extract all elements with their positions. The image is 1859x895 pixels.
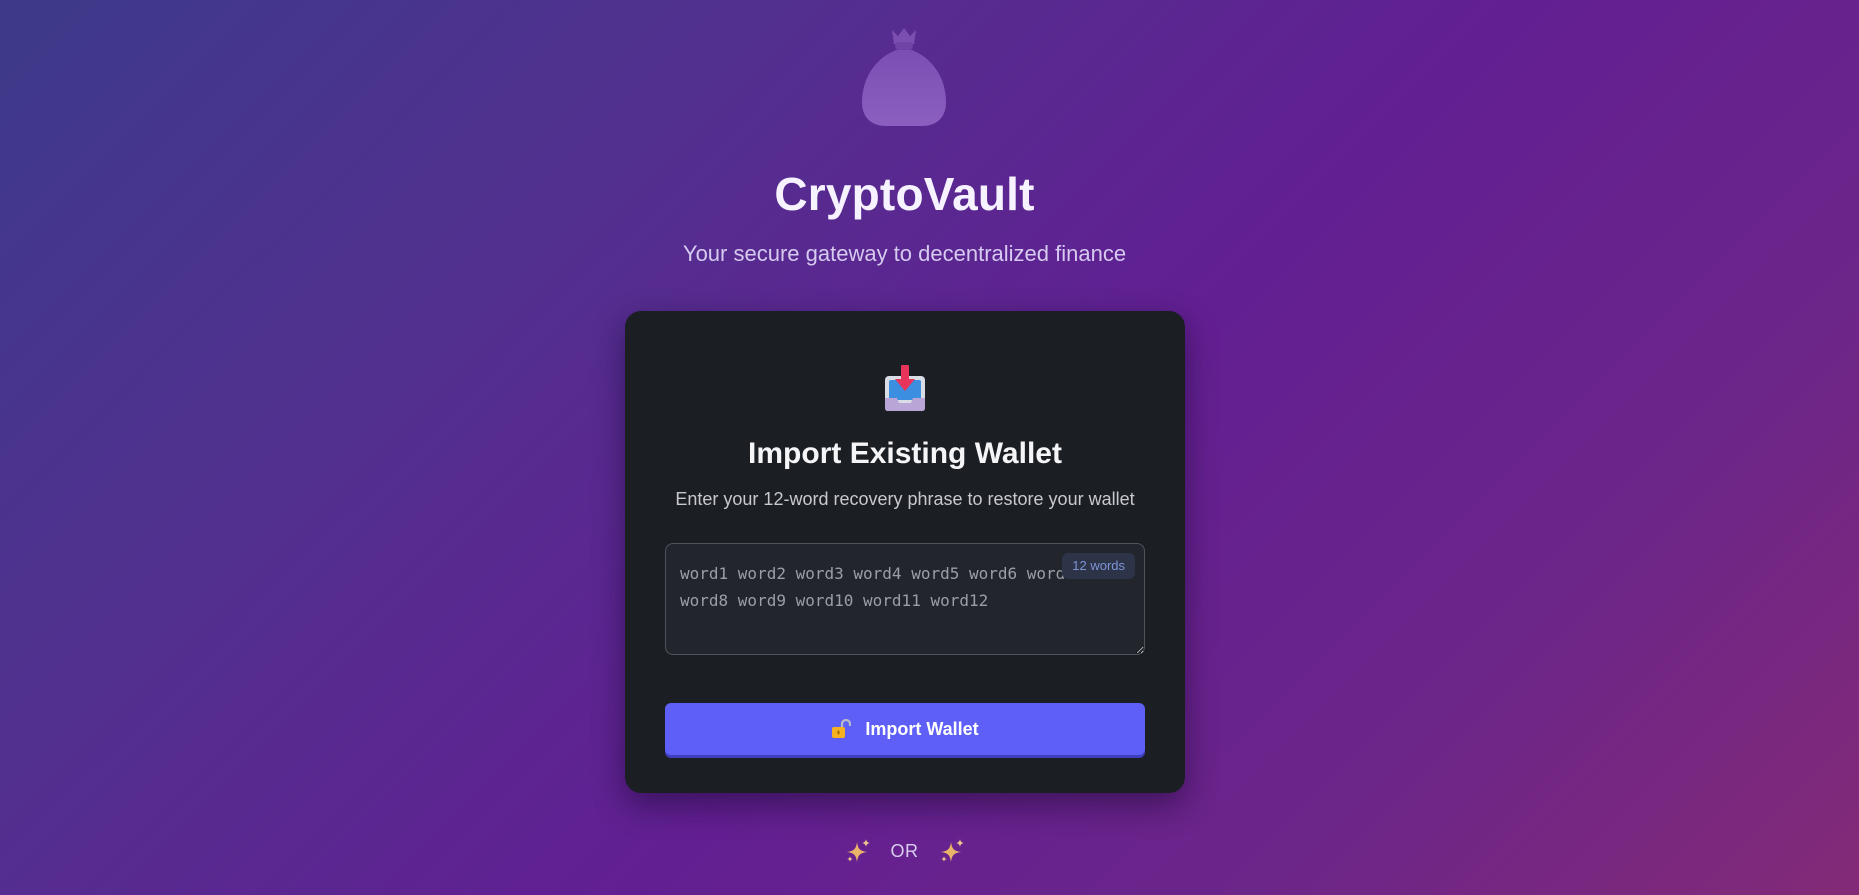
app-title: CryptoVault bbox=[774, 168, 1035, 220]
import-wallet-title: Import Existing Wallet bbox=[748, 437, 1062, 470]
word-count-badge: 12 words bbox=[1062, 553, 1135, 579]
unlocked-lock-icon bbox=[832, 719, 852, 738]
import-wallet-description: Enter your 12-word recovery phrase to re… bbox=[675, 489, 1135, 509]
or-divider: OR bbox=[0, 838, 1809, 864]
money-bag-icon bbox=[862, 28, 946, 126]
sparkles-icon bbox=[940, 839, 964, 862]
import-wallet-button-label: Import Wallet bbox=[865, 718, 979, 739]
inbox-tray-icon bbox=[885, 365, 925, 411]
or-label: OR bbox=[890, 841, 919, 861]
import-wallet-card: Import Existing Wallet Enter your 12-wor… bbox=[625, 311, 1185, 793]
import-wallet-button[interactable]: Import Wallet bbox=[665, 703, 1145, 755]
app-subtitle: Your secure gateway to decentralized fin… bbox=[682, 241, 1127, 266]
sparkles-icon bbox=[846, 839, 870, 862]
recovery-phrase-field: 12 words bbox=[665, 543, 1145, 655]
